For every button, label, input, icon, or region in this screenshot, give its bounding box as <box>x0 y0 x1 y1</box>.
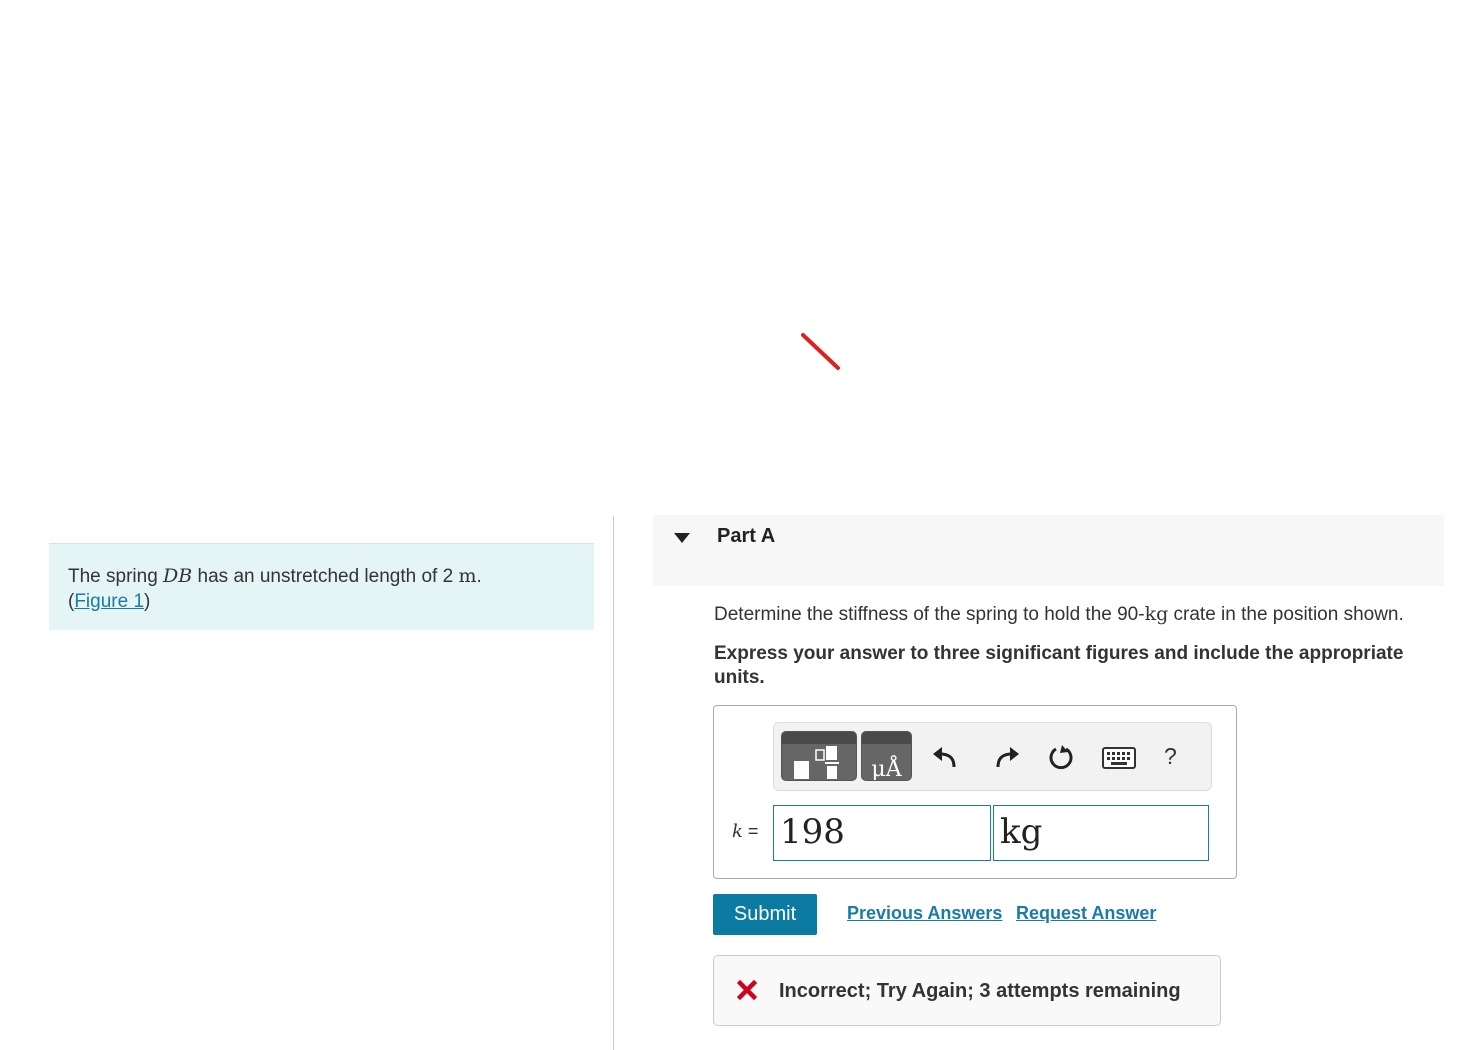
units-glyph: μÅ <box>871 757 902 781</box>
answer-box: μÅ ? k = 198 kg <box>713 705 1237 879</box>
instruction-text: Express your answer to three significant… <box>714 643 1404 688</box>
undo-icon[interactable] <box>932 743 960 771</box>
units-input[interactable]: kg <box>993 805 1209 861</box>
question-unit: kg <box>1144 603 1169 625</box>
answer-equals: = <box>742 821 759 841</box>
reset-icon[interactable] <box>1047 743 1075 771</box>
request-answer-link[interactable]: Request Answer <box>1016 903 1156 924</box>
value-input[interactable]: 198 <box>773 805 991 861</box>
redo-icon[interactable] <box>992 743 1020 771</box>
figure-fragment-line <box>801 333 840 370</box>
feedback-box: Incorrect; Try Again; 3 attempts remaini… <box>713 955 1221 1026</box>
keyboard-icon[interactable] <box>1102 747 1136 769</box>
submit-button[interactable]: Submit <box>713 894 817 935</box>
error-x-icon <box>737 980 757 1000</box>
help-button[interactable]: ? <box>1164 743 1177 770</box>
spring-name: DB <box>163 565 193 587</box>
question-text-end: crate in the position shown. <box>1168 604 1404 625</box>
math-toolbar: μÅ ? <box>773 722 1212 791</box>
templates-button[interactable] <box>781 731 857 781</box>
feedback-text: Incorrect; Try Again; 3 attempts remaini… <box>779 980 1181 1002</box>
question-text: Determine the stiffness of the spring to… <box>714 603 1404 626</box>
column-divider <box>613 516 614 1050</box>
question-text-start: Determine the stiffness of the spring to… <box>714 604 1145 625</box>
figure-link-close: ) <box>144 591 151 612</box>
problem-text-middle: has an unstretched length of 2 <box>192 566 459 587</box>
caret-down-icon[interactable] <box>674 532 690 544</box>
previous-answers-link[interactable]: Previous Answers <box>847 903 1002 924</box>
part-header[interactable]: Part A <box>653 515 1444 586</box>
length-unit: m <box>458 565 477 587</box>
part-title: Part A <box>717 525 776 547</box>
problem-statement: The spring DB has an unstretched length … <box>49 543 594 630</box>
problem-text: The spring <box>68 566 164 587</box>
figure-link[interactable]: Figure 1 <box>74 591 144 612</box>
answer-label: k = <box>732 821 758 842</box>
template-icon <box>794 746 839 779</box>
answer-variable: k <box>732 821 743 842</box>
units-button[interactable]: μÅ <box>861 731 912 781</box>
problem-text-end: . <box>476 566 482 587</box>
